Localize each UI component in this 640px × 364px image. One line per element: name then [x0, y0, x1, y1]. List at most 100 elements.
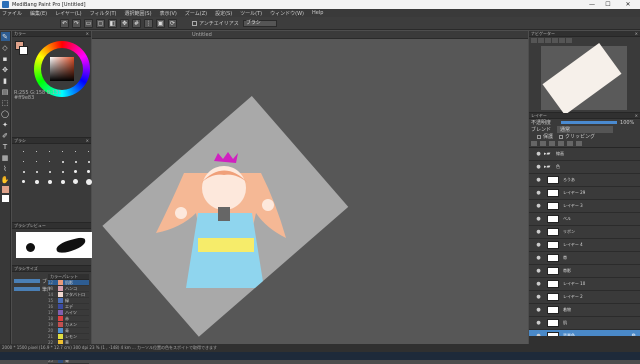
canvas-document[interactable] — [102, 95, 349, 337]
snap-button[interactable]: ⋮ — [144, 18, 153, 28]
eye-icon[interactable]: ● — [535, 320, 542, 326]
brush-preset[interactable] — [18, 148, 29, 155]
undo-button[interactable]: ↶ — [60, 18, 69, 28]
brush-preset[interactable] — [57, 168, 68, 175]
eye-icon[interactable]: ● — [535, 177, 542, 183]
select-all-button[interactable]: ▭ — [84, 18, 93, 28]
layer-item[interactable]: ● リボン — [529, 226, 640, 239]
rotate-left-icon[interactable] — [552, 38, 558, 43]
eye-icon[interactable]: ● — [535, 307, 542, 313]
folder-icon[interactable]: ▸▰ — [544, 151, 552, 157]
layer-item[interactable]: ● 肌 — [529, 317, 640, 330]
brush-preset[interactable] — [18, 168, 29, 175]
eye-icon[interactable]: ● — [535, 229, 542, 235]
panel-close-icon[interactable]: × — [635, 113, 638, 118]
eye-icon[interactable]: ● — [535, 255, 542, 261]
layer-item[interactable]: ● 着物 — [529, 304, 640, 317]
panel-close-icon[interactable]: × — [86, 138, 89, 143]
brush-preset[interactable] — [57, 148, 68, 155]
brush-preset[interactable] — [44, 158, 55, 165]
blend-select[interactable]: 通常 — [557, 126, 614, 133]
eye-icon[interactable]: ● — [535, 268, 542, 274]
select-pen-tool[interactable]: ✐ — [1, 131, 10, 140]
brush-preset[interactable] — [44, 168, 55, 175]
brush-preset[interactable] — [70, 148, 81, 155]
menu-item[interactable]: 設定(S) — [215, 10, 232, 17]
layer-item[interactable]: ● 帯 — [529, 252, 640, 265]
transform-button[interactable]: ✥ — [120, 18, 129, 28]
menu-item[interactable]: Help — [312, 10, 323, 16]
background-color[interactable] — [19, 46, 28, 55]
menu-item[interactable]: ウィンドウ(W) — [270, 10, 304, 17]
invert-button[interactable]: ◧ — [108, 18, 117, 28]
layer-item[interactable]: ● レイヤー 4 — [529, 239, 640, 252]
zoom-out-icon[interactable] — [538, 38, 544, 43]
eyedropper-tool[interactable]: ⌇ — [1, 164, 10, 173]
menu-item[interactable]: 表示(V) — [160, 10, 177, 17]
eye-icon[interactable]: ● — [535, 216, 542, 222]
add-layer-icon[interactable] — [531, 141, 537, 146]
add-folder-icon[interactable] — [540, 141, 546, 146]
gradient-tool[interactable]: ▤ — [1, 87, 10, 96]
brush-preset[interactable] — [70, 178, 81, 185]
brush-preset[interactable] — [31, 158, 42, 165]
brush-preset[interactable] — [44, 178, 55, 185]
layer-item[interactable]: ● レイヤー 10 — [529, 278, 640, 291]
fg-swatch-small[interactable] — [1, 186, 9, 193]
dot-tool[interactable]: ▪ — [1, 54, 10, 63]
opacity-slider[interactable] — [561, 121, 618, 124]
brush-preset[interactable] — [31, 178, 42, 185]
rotate-button[interactable]: ⟳ — [168, 18, 177, 28]
canvas-area[interactable]: Untitled — [92, 31, 528, 344]
layer-item[interactable]: ● 帯影 — [529, 265, 640, 278]
menu-item[interactable]: ツール(T) — [240, 10, 262, 17]
select-tool[interactable]: ⬚ — [1, 98, 10, 107]
layer-item[interactable]: ● ろうあ — [529, 174, 640, 187]
eye-icon[interactable]: ● — [535, 203, 542, 209]
eye-icon[interactable]: ● — [535, 294, 542, 300]
rotate-right-icon[interactable] — [559, 38, 565, 43]
panel-close-icon[interactable]: × — [635, 31, 638, 36]
menu-item[interactable]: フィルタ(T) — [90, 10, 117, 17]
hand-tool[interactable]: ✋ — [1, 175, 10, 184]
deselect-button[interactable]: ▢ — [96, 18, 105, 28]
eye-icon[interactable]: ● — [535, 190, 542, 196]
fill-button[interactable]: ▣ — [156, 18, 165, 28]
grid-button[interactable]: # — [132, 18, 141, 28]
layer-settings-icon[interactable] — [576, 141, 582, 146]
maximize-button[interactable]: ☐ — [600, 0, 616, 9]
brush-preset[interactable] — [18, 158, 29, 165]
minimize-button[interactable]: — — [584, 0, 600, 9]
fill-tool[interactable]: ▮ — [1, 76, 10, 85]
navigator-preview[interactable] — [541, 43, 627, 115]
saturation-square[interactable] — [50, 57, 74, 81]
zoom-in-icon[interactable] — [531, 38, 537, 43]
menu-item[interactable]: ファイル — [2, 10, 22, 17]
delete-layer-icon[interactable] — [567, 141, 573, 146]
brush-mode-select[interactable]: ブラシ — [242, 19, 277, 27]
brush-preset[interactable] — [31, 148, 42, 155]
brush-preset[interactable] — [57, 158, 68, 165]
flip-icon[interactable] — [566, 38, 572, 43]
eye-icon[interactable]: ● — [535, 242, 542, 248]
brush-preset[interactable] — [18, 178, 29, 185]
layer-item[interactable]: ● レイヤー 29 — [529, 187, 640, 200]
brush-preset[interactable] — [31, 168, 42, 175]
brush-preset[interactable] — [70, 158, 81, 165]
color-wheel[interactable] — [34, 41, 90, 97]
duplicate-layer-icon[interactable] — [549, 141, 555, 146]
close-button[interactable]: ✕ — [616, 0, 640, 9]
layer-item[interactable]: ● レイヤー 2 — [529, 291, 640, 304]
antialias-checkbox[interactable]: アンチエイリアス — [192, 20, 239, 27]
brush-opacity-slider[interactable] — [14, 287, 40, 291]
brush-preset[interactable] — [70, 168, 81, 175]
canvas-tab[interactable]: Untitled — [192, 31, 212, 39]
layer-folder[interactable]: ● ▸▰ 色 — [529, 161, 640, 174]
brush-tool[interactable]: ✎ — [0, 32, 10, 41]
eraser-tool[interactable]: ◇ — [1, 43, 10, 52]
menu-item[interactable]: ズーム(Z) — [185, 10, 207, 17]
panel-close-icon[interactable]: × — [86, 31, 89, 36]
layer-item[interactable]: ● レイヤー 3 — [529, 200, 640, 213]
text-tool[interactable]: T — [1, 142, 10, 151]
brush-size-slider[interactable] — [14, 279, 40, 283]
